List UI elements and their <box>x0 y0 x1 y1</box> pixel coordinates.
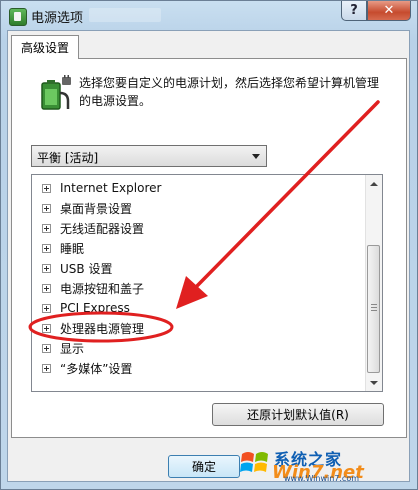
tree-item-wireless-adapter[interactable]: 无线适配器设置 <box>42 219 144 237</box>
tree-item-multimedia[interactable]: “多媒体”设置 <box>42 359 132 377</box>
chevron-down-icon <box>252 154 260 159</box>
tree-item-display[interactable]: 显示 <box>42 339 84 357</box>
window-title: 电源选项 <box>31 11 84 26</box>
expand-plus-icon[interactable] <box>42 243 51 253</box>
watermark-url: www.Winwin7.com <box>284 474 360 483</box>
power-options-app-icon <box>9 8 27 26</box>
tree-item-label: 桌面背景设置 <box>60 201 133 216</box>
tree-scrollbar[interactable] <box>365 175 382 391</box>
expand-plus-icon[interactable] <box>42 203 51 213</box>
site-watermark: 系统之家 Win7.net www.Winwin7.com <box>236 440 416 490</box>
title-bar: 电源选项 ? ✕ <box>1 1 417 31</box>
tree-item-internet-explorer[interactable]: Internet Explorer <box>42 179 161 197</box>
tree-item-label: Internet Explorer <box>60 181 162 195</box>
expand-plus-icon[interactable] <box>42 363 51 373</box>
tab-advanced-settings[interactable]: 高级设置 <box>11 35 79 59</box>
expand-plus-icon[interactable] <box>42 263 51 273</box>
scroll-up-button[interactable] <box>366 175 382 192</box>
power-plan-dropdown[interactable]: 平衡 [活动] <box>31 145 267 167</box>
scroll-down-button[interactable] <box>366 374 382 391</box>
expand-plus-icon[interactable] <box>42 183 51 193</box>
help-button[interactable]: ? <box>341 1 367 21</box>
title-ghost-text <box>89 8 161 22</box>
grip-icon <box>371 304 377 312</box>
expand-plus-icon[interactable] <box>42 283 51 293</box>
expand-plus-icon[interactable] <box>42 303 51 313</box>
tree-item-label: USB 设置 <box>60 261 113 276</box>
expand-plus-icon[interactable] <box>42 323 51 333</box>
battery-plug-icon <box>41 75 71 110</box>
expand-plus-icon[interactable] <box>42 343 51 353</box>
expand-plus-icon[interactable] <box>42 223 51 233</box>
windows-flag-icon <box>240 452 268 472</box>
tree-item-label: 电源按钮和盖子 <box>60 281 145 296</box>
tree-item-label: PCI Express <box>60 301 130 315</box>
tree-item-desktop-background[interactable]: 桌面背景设置 <box>42 199 132 217</box>
tree-item-label: 无线适配器设置 <box>60 221 145 236</box>
tree-item-usb[interactable]: USB 设置 <box>42 259 112 277</box>
tree-item-label: 睡眠 <box>60 241 85 256</box>
tree-item-power-buttons-lid[interactable]: 电源按钮和盖子 <box>42 279 144 297</box>
tree-item-label: 显示 <box>60 341 85 356</box>
tree-item-label: 处理器电源管理 <box>60 321 145 336</box>
tree-item-processor-power[interactable]: 处理器电源管理 <box>42 319 144 337</box>
tree-item-label: “多媒体”设置 <box>60 361 133 376</box>
description-text: 选择您要自定义的电源计划，然后选择您希望计算机管理的电源设置。 <box>79 76 380 108</box>
power-plan-selected-value: 平衡 [活动] <box>37 151 99 165</box>
ok-button[interactable]: 确定 <box>168 455 240 478</box>
scroll-thumb[interactable] <box>367 245 380 373</box>
tree-item-pci-express[interactable]: PCI Express <box>42 299 130 317</box>
restore-defaults-button[interactable]: 还原计划默认值(R) <box>212 403 384 426</box>
arrow-up-icon <box>370 181 378 186</box>
settings-tree[interactable]: Internet Explorer 桌面背景设置 无线适配器设置 睡眠 USB … <box>31 174 383 392</box>
close-button[interactable]: ✕ <box>367 1 411 21</box>
arrow-down-icon <box>370 380 378 385</box>
tree-item-sleep[interactable]: 睡眠 <box>42 239 84 257</box>
